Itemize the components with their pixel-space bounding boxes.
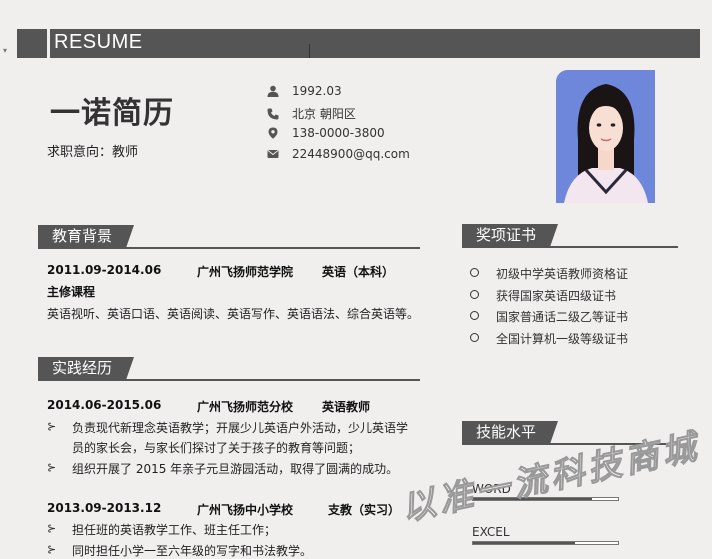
info-email: 22448900@qq.com	[266, 147, 410, 161]
award-item: 全国计算机一级等级证书	[496, 332, 629, 346]
practice-2-org: 广州飞扬中小学校	[197, 503, 294, 517]
practice-2-line-1: 担任班的英语教学工作、班主任工作；	[72, 523, 277, 537]
bullet-icon: ⊱	[47, 420, 57, 433]
user-icon	[266, 84, 280, 98]
collapse-arrow-icon: ▾	[3, 46, 8, 55]
education-section-tab: 教育背景	[38, 225, 135, 248]
email-text: 22448900@qq.com	[292, 147, 410, 161]
bullet-icon: ⊱	[47, 461, 57, 474]
skills-section-tab: 技能水平	[462, 421, 559, 444]
candidate-name: 一诺简历	[50, 96, 174, 131]
job-objective: 求职意向：教师	[47, 145, 139, 160]
info-phone: 138-0000-3800	[266, 126, 385, 140]
award-item: 国家普通话二级乙等证书	[496, 310, 629, 324]
skill-excel-fill	[473, 542, 575, 544]
skill-excel-label: EXCEL	[472, 525, 510, 539]
awards-divider	[462, 246, 678, 248]
practice-1-role: 英语教师	[322, 400, 371, 414]
birth-text: 1992.03	[292, 84, 342, 98]
practice-2-line-2: 同时担任小学一至六年级的写字和书法教学。	[72, 544, 313, 558]
practice-section-tab: 实践经历	[38, 357, 135, 380]
phone-text: 138-0000-3800	[292, 126, 385, 140]
phone-icon	[266, 107, 280, 121]
practice-1-line-3: 组织开展了 2015 年亲子元旦游园活动，取得了圆满的成功。	[72, 462, 399, 476]
practice-1-line-2: 员的家长会，与家长们探讨了关于孩子的教育等问题；	[72, 441, 361, 455]
awards-section-tab: 奖项证书	[462, 224, 559, 247]
practice-1-line-1: 负责现代新理念英语教学；开展少儿英语户外活动，少儿英语学	[72, 421, 409, 435]
header-bar	[50, 29, 700, 58]
circle-bullet-icon	[470, 268, 479, 277]
practice-1-period: 2014.06-2015.06	[47, 398, 162, 412]
info-birth: 1992.03	[266, 84, 342, 98]
bullet-icon: ⊱	[47, 543, 57, 556]
info-location: 北京 朝阳区	[266, 105, 356, 122]
location-text: 北京 朝阳区	[292, 107, 356, 121]
bullet-icon: ⊱	[47, 522, 57, 535]
edu-period: 2011.09-2014.06	[47, 263, 162, 277]
edu-courses: 英语视听、英语口语、英语阅读、英语写作、英语语法、综合英语等。	[47, 307, 420, 321]
award-item: 获得国家英语四级证书	[496, 289, 617, 303]
edu-school: 广州飞扬师范学院	[197, 265, 294, 279]
skill-excel-bar	[472, 541, 619, 545]
text-cursor	[309, 44, 310, 58]
education-divider	[38, 247, 420, 249]
award-item: 初级中学英语教师资格证	[496, 267, 629, 281]
edu-major: 英语（本科）	[322, 265, 395, 279]
resume-title: RESUME	[54, 31, 143, 53]
practice-2-role: 支教（实习）	[328, 503, 401, 517]
email-icon	[266, 147, 280, 161]
circle-bullet-icon	[470, 311, 479, 320]
circle-bullet-icon	[470, 290, 479, 299]
circle-bullet-icon	[470, 333, 479, 342]
practice-2-period: 2013.09-2013.12	[47, 501, 162, 515]
location-icon	[266, 126, 280, 140]
header-block	[17, 29, 47, 58]
practice-1-org: 广州飞扬师范分校	[197, 400, 294, 414]
edu-courses-label: 主修课程	[47, 285, 96, 299]
practice-divider	[38, 379, 420, 381]
profile-photo	[556, 70, 655, 203]
